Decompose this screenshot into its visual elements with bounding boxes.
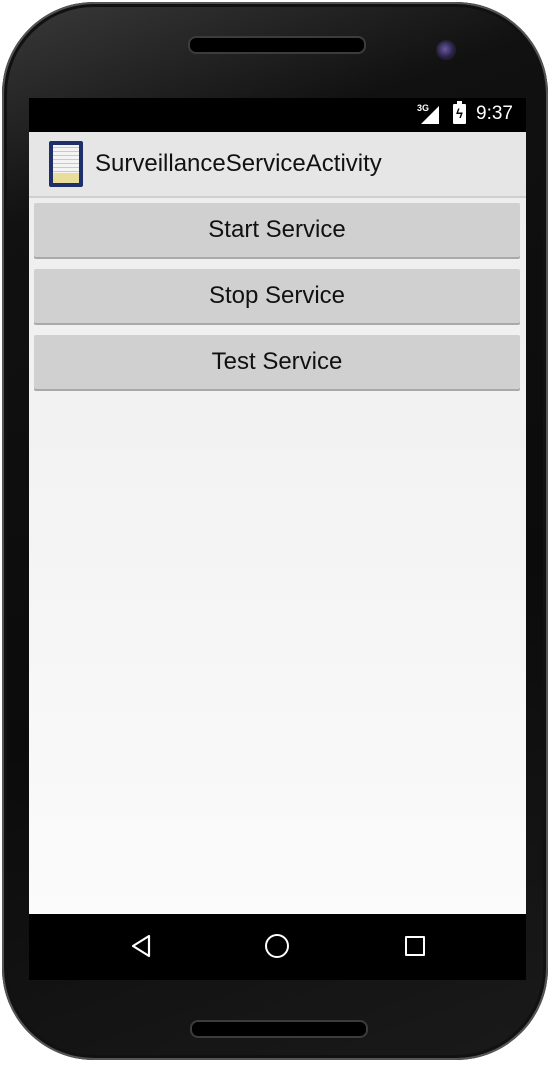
front-camera [436,40,456,60]
navigation-bar [29,914,526,980]
back-icon[interactable] [129,934,153,958]
app-title: SurveillanceServiceActivity [95,150,382,177]
device-screen: 3G ϟ 9:37 SurveillanceServiceActivity St… [29,98,526,980]
earpiece-speaker [188,36,366,54]
status-bar: 3G ϟ 9:37 [29,98,526,132]
phone-frame: 3G ϟ 9:37 SurveillanceServiceActivity St… [2,2,548,1060]
signal-icon [421,106,439,124]
stop-service-button[interactable]: Stop Service [34,269,520,323]
battery-charging-icon: ϟ [453,101,466,124]
action-bar: SurveillanceServiceActivity [29,132,526,198]
status-time: 9:37 [476,103,513,124]
home-icon[interactable] [265,934,289,958]
activity-content: Start Service Stop Service Test Service [29,198,526,914]
app-launcher-icon [49,141,83,187]
test-service-button[interactable]: Test Service [34,335,520,389]
start-service-button[interactable]: Start Service [34,203,520,257]
bottom-speaker [190,1020,368,1038]
recent-apps-icon[interactable] [405,936,425,956]
